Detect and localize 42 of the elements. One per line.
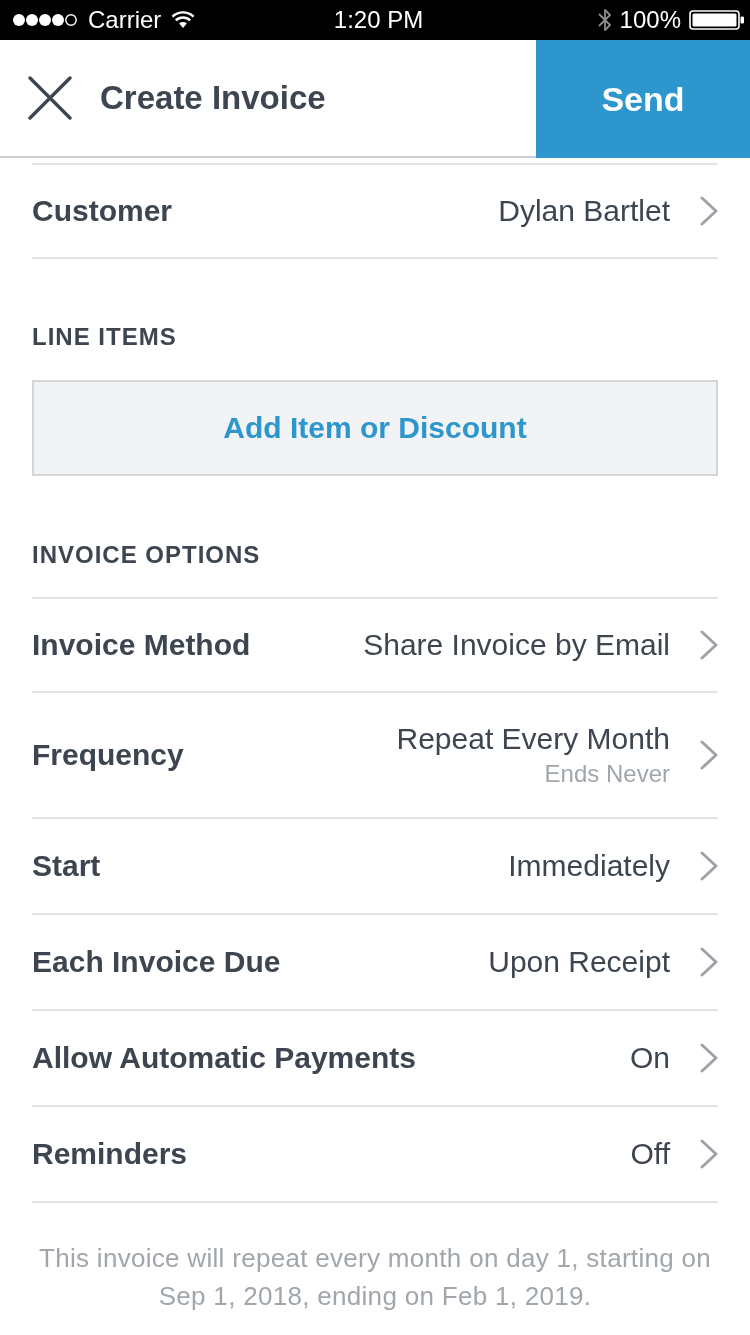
option-value: Off — [630, 1136, 670, 1172]
wifi-icon — [171, 11, 196, 29]
option-row[interactable]: Frequency Repeat Every Month Ends Never — [32, 693, 718, 819]
option-label: Start — [32, 849, 101, 883]
signal-dots-icon — [12, 13, 78, 27]
option-value: Repeat Every Month — [396, 721, 670, 757]
chevron-right-icon — [700, 196, 718, 226]
option-value: Share Invoice by Email — [363, 627, 670, 663]
option-value: On — [629, 1040, 670, 1076]
bluetooth-icon — [597, 7, 612, 33]
clock-time: 1:20 PM — [333, 6, 424, 34]
section-heading: LINE ITEMS — [32, 322, 178, 352]
option-value: Immediately — [508, 848, 670, 884]
option-subvalue: Ends Never — [544, 759, 670, 789]
option-label: Invoice Method — [32, 628, 251, 662]
option-value: Upon Receipt — [488, 944, 670, 980]
close-icon — [28, 76, 72, 120]
chevron-right-icon — [700, 1043, 718, 1073]
close-button[interactable] — [28, 76, 72, 120]
option-row[interactable]: Allow Automatic Payments On — [32, 1011, 718, 1107]
option-label: Reminders — [32, 1137, 188, 1171]
option-label: Allow Automatic Payments — [32, 1041, 416, 1075]
option-value: Dylan Bartlet — [498, 193, 670, 229]
battery-icon — [689, 10, 745, 30]
chevron-right-icon — [700, 851, 718, 881]
section-heading: INVOICE OPTIONS — [32, 540, 262, 570]
option-label: Each Invoice Due — [32, 945, 281, 979]
option-row[interactable]: Customer Dylan Bartlet — [32, 163, 718, 259]
chevron-right-icon — [700, 630, 718, 660]
option-label: Customer — [32, 194, 173, 228]
chevron-right-icon — [700, 947, 718, 977]
option-row[interactable]: Start Immediately — [32, 819, 718, 915]
repeat-summary-note: This invoice will repeat every month on day 1, starting on Sep 1, 2018, ending on Feb 1, 2019. — [37, 1242, 713, 1313]
option-row[interactable]: Each Invoice Due Upon Receipt — [32, 915, 718, 1011]
carrier-name: Carrier — [88, 6, 162, 34]
option-row[interactable]: Invoice Method Share Invoice by Email — [32, 597, 718, 693]
chevron-right-icon — [700, 1139, 718, 1169]
option-row[interactable]: Reminders Off — [32, 1107, 718, 1203]
chevron-right-icon — [700, 740, 718, 770]
option-label: Frequency — [32, 738, 184, 772]
battery-percentage: 100% — [619, 6, 681, 34]
screen-title: Create Invoice — [100, 79, 327, 117]
